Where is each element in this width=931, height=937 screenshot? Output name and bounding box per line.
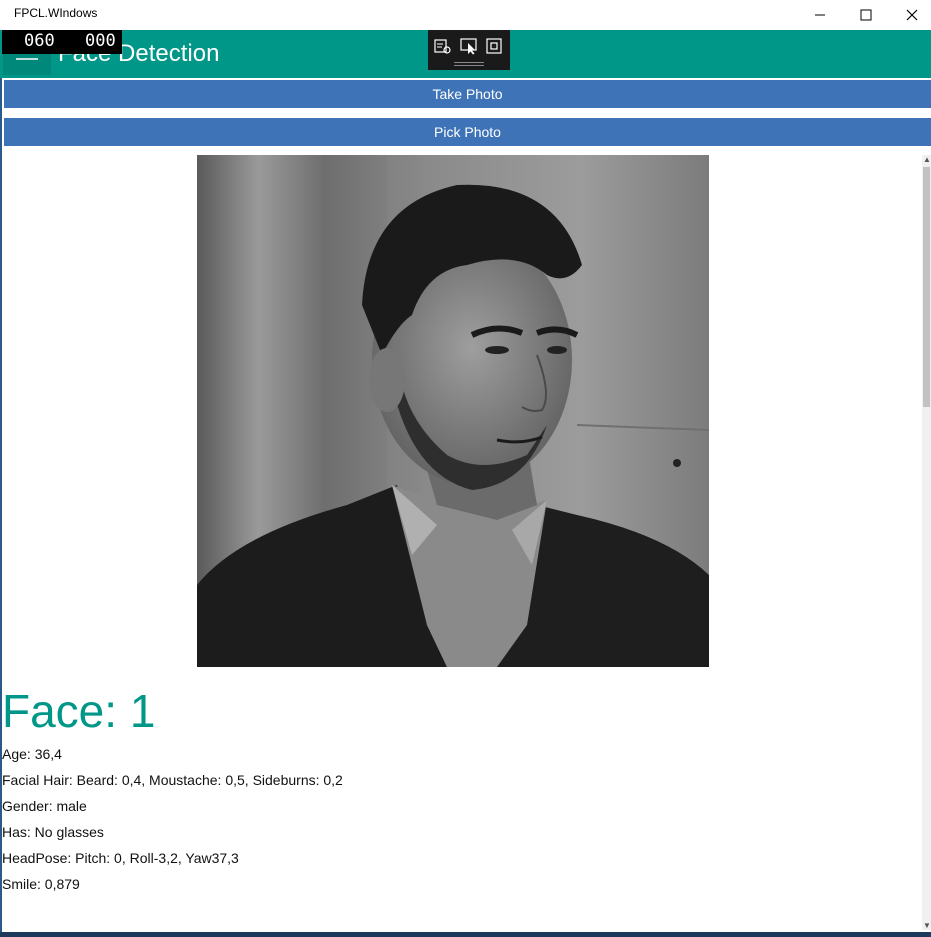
gender-text: Gender: male: [2, 798, 87, 814]
window-bottom-edge: [0, 932, 931, 937]
take-photo-button[interactable]: Take Photo: [4, 80, 931, 108]
pick-photo-button[interactable]: Pick Photo: [4, 118, 931, 146]
maximize-icon: [860, 9, 872, 21]
scroll-down-arrow-icon[interactable]: ▼: [923, 921, 931, 930]
maximize-button[interactable]: [843, 0, 889, 30]
toolbar-grip[interactable]: [454, 62, 484, 66]
display-layout-adorners-icon[interactable]: [485, 37, 503, 55]
scrollbar-thumb[interactable]: [923, 167, 930, 407]
fps-left-value: 060: [24, 31, 55, 51]
glasses-text: Has: No glasses: [2, 824, 104, 840]
close-icon: [906, 9, 918, 21]
close-button[interactable]: [889, 0, 931, 30]
window-titlebar: FPCL.WIndows: [0, 0, 931, 30]
minimize-icon: [815, 14, 825, 16]
age-text: Age: 36,4: [2, 746, 62, 762]
facial-hair-text: Facial Hair: Beard: 0,4, Moustache: 0,5,…: [2, 772, 343, 788]
window-title: FPCL.WIndows: [14, 6, 98, 20]
fps-right-value: 000: [85, 31, 116, 51]
scroll-up-arrow-icon[interactable]: ▲: [923, 155, 931, 164]
face-photo: [197, 155, 709, 667]
frame-rate-counter: 060 000: [2, 30, 122, 54]
vertical-scrollbar[interactable]: ▲ ▼: [922, 155, 931, 930]
debug-toolbar: [428, 30, 510, 70]
smile-text: Smile: 0,879: [2, 876, 80, 892]
face-heading: Face: 1: [2, 685, 156, 737]
select-element-icon[interactable]: [460, 37, 478, 55]
headpose-text: HeadPose: Pitch: 0, Roll-3,2, Yaw37,3: [2, 850, 239, 866]
live-tree-icon[interactable]: [433, 37, 451, 55]
minimize-button[interactable]: [797, 0, 843, 30]
